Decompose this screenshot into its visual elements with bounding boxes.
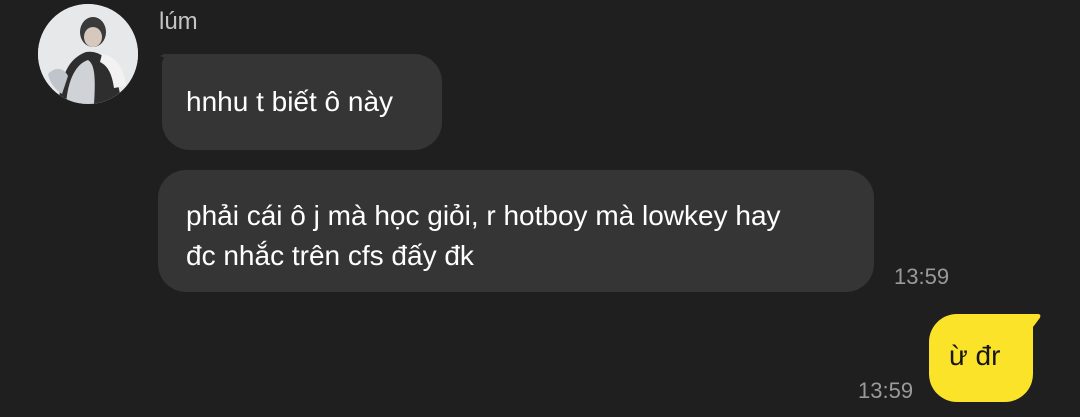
incoming-message-bubble[interactable]: phải cái ô j mà học giỏi, r hotboy mà lo…: [158, 170, 874, 292]
message-timestamp: 13:59: [858, 378, 914, 403]
outgoing-message-bubble[interactable]: ừ đr: [929, 314, 1033, 402]
incoming-message-bubble[interactable]: hnhu t biết ô này: [162, 54, 442, 150]
avatar[interactable]: [38, 4, 138, 104]
sender-name: lúm: [159, 8, 198, 35]
message-timestamp: 13:59: [894, 264, 950, 289]
avatar-photo: [38, 4, 138, 104]
